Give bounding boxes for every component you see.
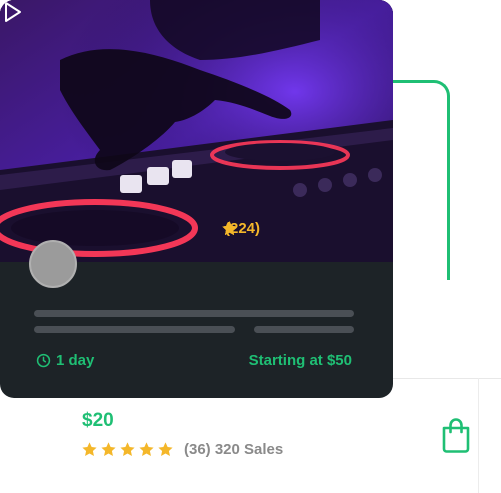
review-summary: (36) 320 Sales <box>81 441 283 458</box>
play-icon[interactable] <box>0 0 24 24</box>
listing-preview: (224) 1 day Starting at $50 $20 (36) 320… <box>0 0 501 493</box>
star-icon <box>82 442 97 456</box>
clock-icon <box>36 353 51 368</box>
gig-card[interactable]: (224) 1 day Starting at $50 <box>0 0 393 398</box>
placeholder-line <box>254 326 354 333</box>
divider-horizontal <box>393 378 501 379</box>
star-icon <box>158 442 173 456</box>
rating-overlay: (224) <box>221 220 260 237</box>
placeholder-line <box>34 326 235 333</box>
starting-price: Starting at $50 <box>248 352 352 369</box>
card-meta-row: 1 day Starting at $50 <box>36 352 352 369</box>
star-icon <box>120 442 135 456</box>
divider-vertical <box>478 378 479 493</box>
dj-mixer-image: (224) <box>0 0 393 262</box>
star-icon <box>139 442 154 456</box>
delivery-label: 1 day <box>56 352 95 369</box>
star-icon <box>222 221 237 235</box>
delivery-time: 1 day <box>36 352 94 369</box>
reviews-sales-text: (36) 320 Sales <box>184 441 284 458</box>
shopping-bag-icon[interactable] <box>440 417 472 453</box>
placeholder-line <box>34 310 354 317</box>
avatar[interactable] <box>29 240 77 288</box>
dj-scene-illustration <box>0 0 393 262</box>
price: $20 <box>82 410 114 431</box>
star-icon <box>101 442 116 456</box>
